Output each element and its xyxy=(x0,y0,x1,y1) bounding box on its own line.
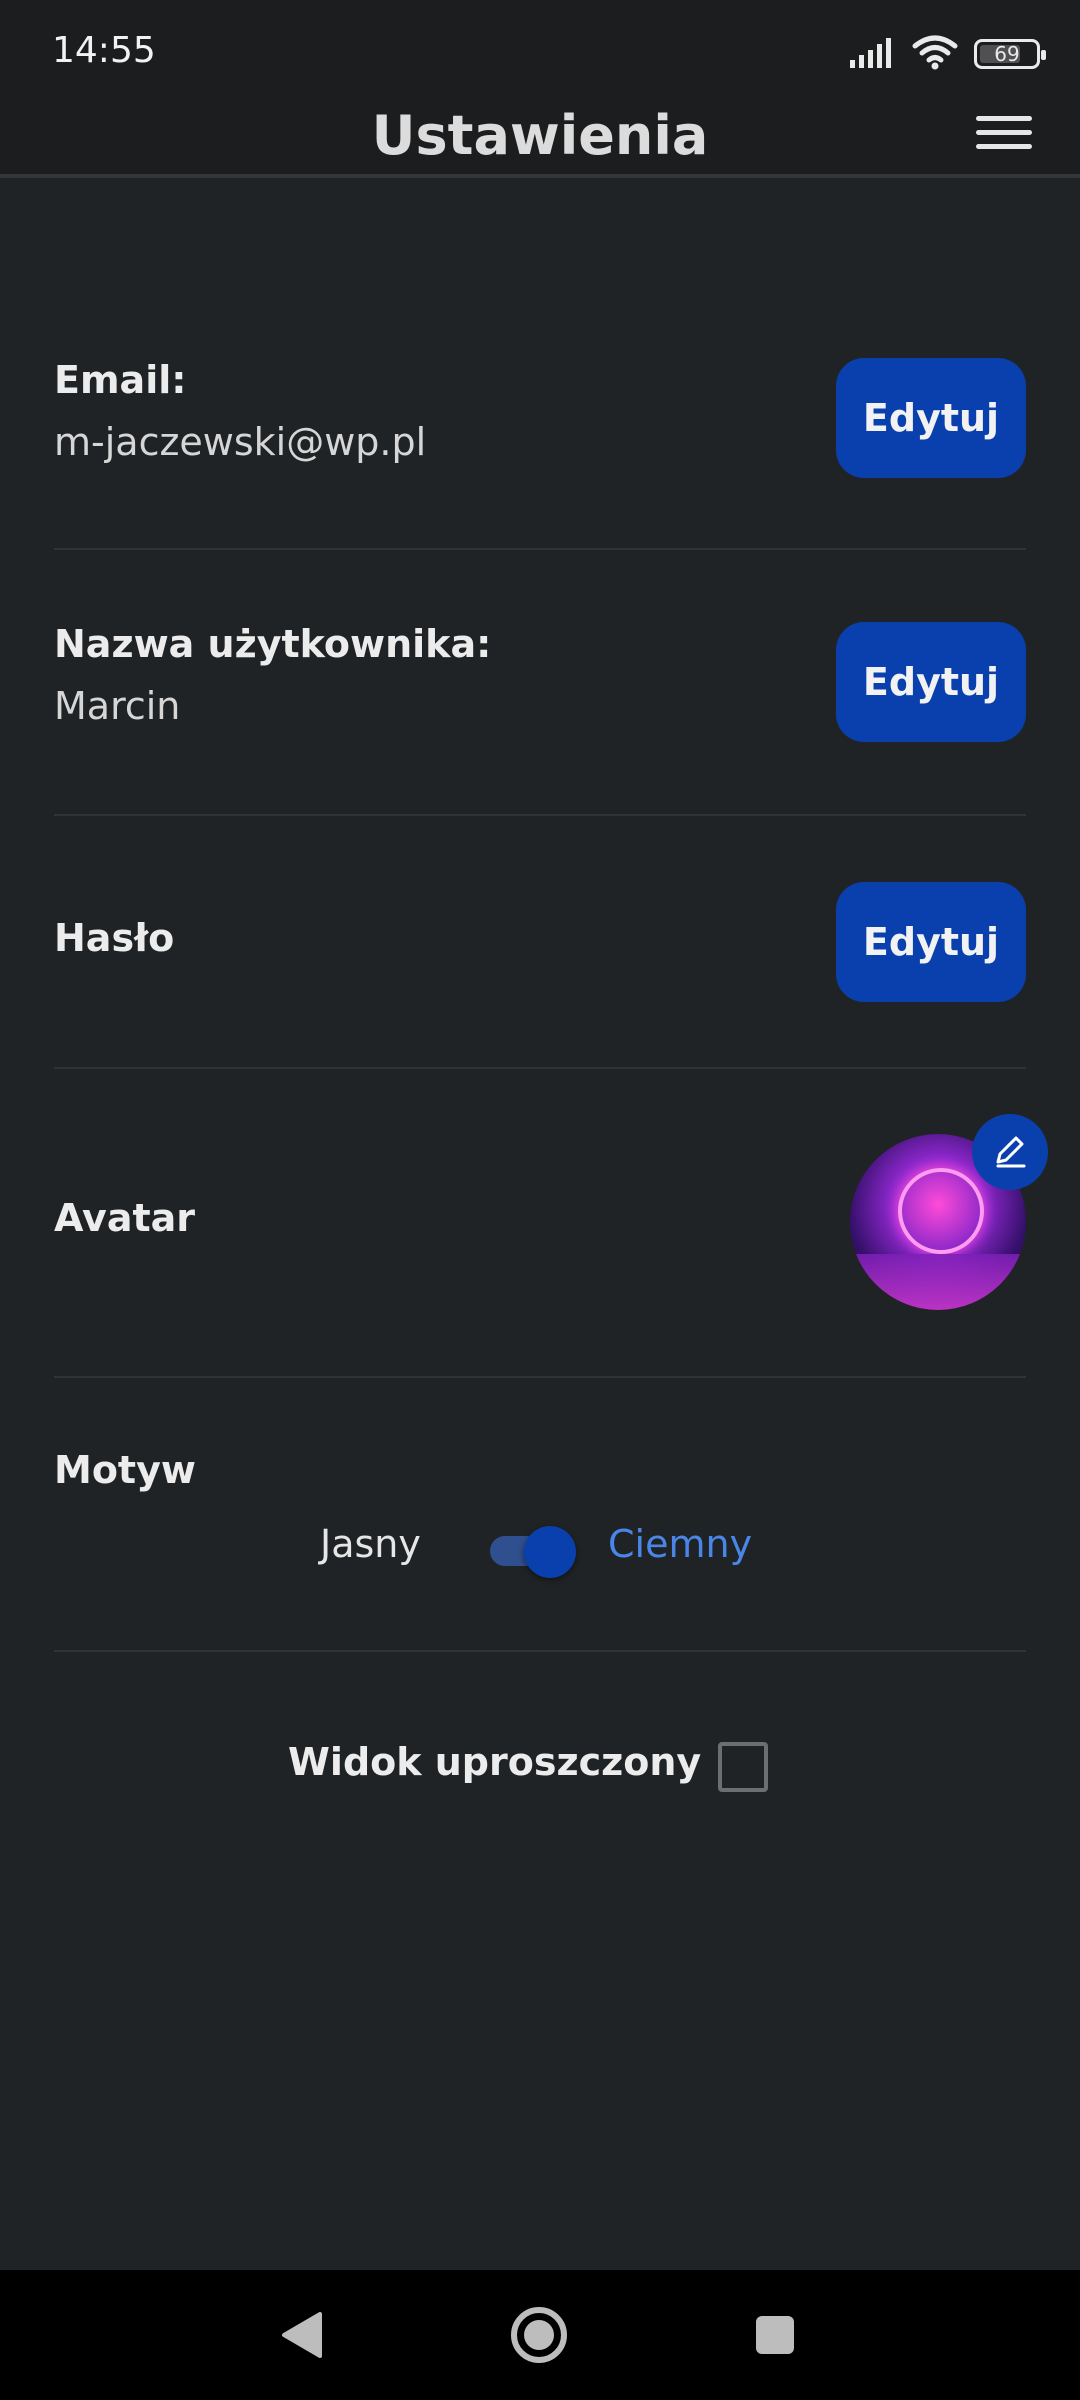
status-time: 14:55 xyxy=(52,30,156,71)
divider xyxy=(54,548,1026,550)
status-bar: 14:55 69 xyxy=(0,0,1080,100)
username-setting: Nazwa użytkownika: Marcin Edytuj xyxy=(54,622,1026,746)
theme-light-label: Jasny xyxy=(320,1522,421,1566)
avatar-label: Avatar xyxy=(54,1196,196,1240)
battery-icon: 69 xyxy=(974,39,1046,69)
theme-setting: Motyw xyxy=(54,1448,1026,1498)
divider xyxy=(54,1376,1026,1378)
avatar-container xyxy=(850,1114,1048,1310)
app-bar: Ustawienia xyxy=(0,100,1080,178)
battery-level: 69 xyxy=(994,42,1020,66)
edit-email-button[interactable]: Edytuj xyxy=(836,358,1026,478)
simplified-view-setting: Widok uproszczony xyxy=(0,1740,1080,1800)
divider xyxy=(54,1650,1026,1652)
password-label: Hasło xyxy=(54,916,175,960)
wifi-icon xyxy=(912,34,958,74)
edit-password-button[interactable]: Edytuj xyxy=(836,882,1026,1002)
theme-label: Motyw xyxy=(54,1448,196,1492)
divider xyxy=(54,1067,1026,1069)
hamburger-menu-icon[interactable] xyxy=(976,116,1032,156)
simplified-view-label: Widok uproszczony xyxy=(288,1740,702,1784)
recents-icon[interactable] xyxy=(740,2300,810,2370)
theme-switch-row: Jasny Ciemny xyxy=(0,1522,1080,1578)
signal-icon xyxy=(848,36,896,72)
simplified-view-checkbox[interactable] xyxy=(718,1742,768,1792)
email-setting: Email: m-jaczewski@wp.pl Edytuj xyxy=(54,358,1026,482)
pencil-icon[interactable] xyxy=(972,1114,1048,1190)
theme-toggle[interactable] xyxy=(488,1522,578,1578)
page-title: Ustawienia xyxy=(371,104,709,167)
edit-username-button[interactable]: Edytuj xyxy=(836,622,1026,742)
system-nav-bar xyxy=(0,2270,1080,2400)
avatar-setting: Avatar xyxy=(54,1114,1048,1310)
theme-dark-label: Ciemny xyxy=(608,1522,753,1566)
back-icon[interactable] xyxy=(268,2300,338,2370)
password-setting: Hasło Edytuj xyxy=(54,880,1026,1004)
home-icon[interactable] xyxy=(504,2300,574,2370)
divider xyxy=(54,814,1026,816)
status-icons: 69 xyxy=(848,34,1046,74)
